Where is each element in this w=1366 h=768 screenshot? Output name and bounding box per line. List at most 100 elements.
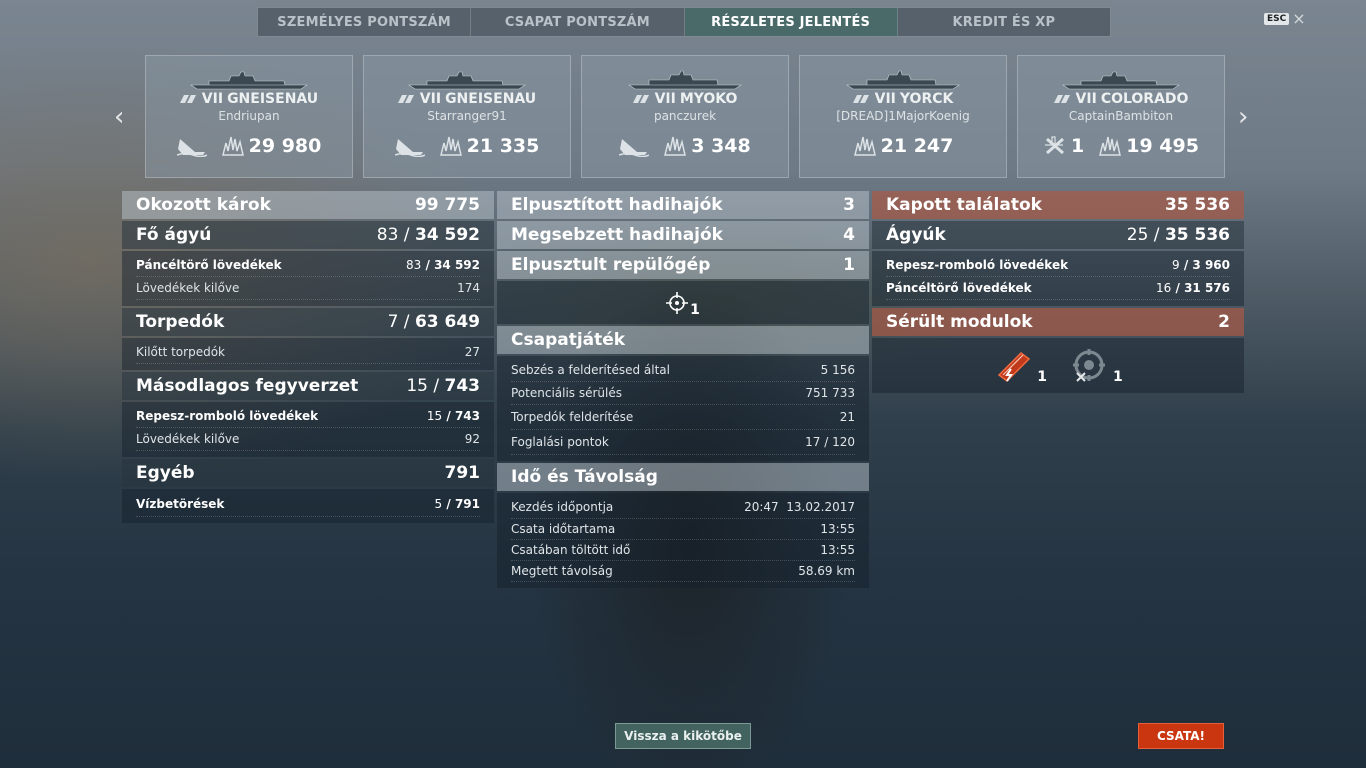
ship-card[interactable]: VII MYOKO panczurek 3 348	[581, 55, 789, 178]
list-item: Vízbetörések 5 / 791	[136, 492, 480, 517]
row-damage: 31 576	[1184, 281, 1230, 295]
battle-button[interactable]: CSATA!	[1138, 723, 1224, 749]
prev-arrow-icon[interactable]: ‹	[114, 104, 124, 130]
esc-key-label: ESC	[1264, 13, 1290, 25]
planes-value: 1	[843, 255, 855, 275]
flag-icon	[1053, 95, 1070, 103]
plane-shot-down-icon	[1043, 135, 1067, 157]
guns-hits: 25	[1126, 225, 1149, 245]
row-value: 5 156	[820, 363, 855, 377]
other-label: Egyéb	[136, 463, 195, 483]
torpedo-label: Torpedók	[136, 312, 225, 332]
row-label: Potenciális sérülés	[511, 386, 623, 400]
tab-personal-score[interactable]: SZEMÉLYES PONTSZÁM	[258, 8, 472, 36]
ship-tier: VII	[654, 91, 676, 107]
card-stats: 21 247	[853, 135, 954, 157]
damage-column: Okozott károk 99 775 Fő ágyú 83 / 34 592…	[122, 191, 494, 525]
damage-header: Okozott károk 99 775	[122, 191, 494, 219]
row-value: 17 / 120	[805, 435, 855, 449]
secondary-damage: 743	[444, 376, 481, 396]
row-label: Foglalási pontok	[511, 435, 609, 449]
ship-tier: VII	[874, 91, 896, 107]
flag-icon	[397, 95, 414, 103]
list-item: Kilőtt torpedók 27	[136, 341, 480, 364]
card-stats: 29 980	[176, 135, 321, 157]
player-name: Endriupan	[218, 109, 280, 123]
ship-card[interactable]: VII GNEISENAU Endriupan 29 980	[145, 55, 353, 178]
main-damage: 34 592	[414, 225, 480, 245]
damage-total: 99 775	[414, 195, 480, 215]
torpedo-hits: 7	[387, 312, 399, 332]
row-damage: 791	[454, 497, 480, 511]
time-header: Idő és Távolság	[497, 463, 869, 491]
row-label: Csatában töltött idő	[511, 543, 631, 557]
list-item: Foglalási pontok 17 / 120	[511, 430, 855, 455]
card-stats: 3 348	[619, 135, 751, 157]
row-value: 174	[457, 281, 480, 295]
row-damage: 34 592	[434, 258, 480, 272]
ship-name: VII GNEISENAU	[397, 91, 536, 107]
list-item: Sebzés a felderítésed által 5 156	[511, 359, 855, 382]
tab-credits-xp[interactable]: KREDIT ÉS XP	[898, 8, 1110, 36]
list-item: Torpedók felderítése 21	[511, 405, 855, 430]
flag-icon	[852, 95, 869, 103]
card-stats: 1 19 495	[1043, 135, 1199, 157]
cruiser-silhouette-icon	[628, 70, 742, 90]
planes-value: 1	[1071, 135, 1085, 157]
destroyed-label: Elpusztított hadihajók	[511, 195, 723, 215]
ship-tier: VII	[1075, 91, 1097, 107]
return-to-port-button[interactable]: Vissza a kikötőbe	[615, 723, 751, 749]
row-label: Repesz-romboló lövedékek	[886, 258, 1069, 272]
row-label: Kilőtt torpedók	[136, 345, 225, 359]
player-name: [DREAD]1MajorKoenig	[836, 109, 970, 123]
crosshair-icon	[666, 291, 689, 314]
module-count: 1	[1113, 368, 1123, 385]
list-item: Lövedékek kilőve 174	[136, 277, 480, 300]
row-damage: 743	[454, 409, 480, 423]
destroyed-header: Elpusztított hadihajók 3	[497, 191, 869, 219]
ship-card[interactable]: VII GNEISENAU Starranger91 21 335	[363, 55, 571, 178]
close-button[interactable]: ESC ×	[1264, 11, 1306, 27]
row-label: Páncéltörő lövedékek	[886, 281, 1032, 295]
ship-name: VII YORCK	[852, 91, 954, 107]
row-value: 751 733	[805, 386, 855, 400]
modules-details: 1 1	[872, 338, 1244, 393]
ship-card[interactable]: VII COLORADO CaptainBambiton 1 19 495	[1017, 55, 1225, 178]
guns-damage: 35 536	[1164, 225, 1230, 245]
row-damage: 3 960	[1192, 258, 1230, 272]
ship-card[interactable]: VII YORCK [DREAD]1MajorKoenig 21 247	[799, 55, 1007, 178]
received-column: Kapott találatok 35 536 Ágyúk 25 / 35 53…	[872, 191, 1244, 393]
ship-class: YORCK	[899, 91, 954, 107]
row-value: 27	[464, 345, 480, 359]
list-item: Repesz-romboló lövedékek 9 / 3 960	[886, 254, 1230, 277]
module-count: 1	[1037, 368, 1047, 385]
planes-label: Elpusztult repülőgép	[511, 255, 711, 275]
player-name: panczurek	[653, 109, 717, 123]
tab-team-score[interactable]: CSAPAT PONTSZÁM	[471, 8, 685, 36]
next-arrow-icon[interactable]: ›	[1238, 104, 1248, 130]
ship-class: COLORADO	[1100, 91, 1189, 107]
battleship-silhouette-icon	[190, 71, 308, 90]
card-stats: 21 335	[394, 135, 539, 157]
list-item: Potenciális sérülés 751 733	[511, 382, 855, 405]
row-label: Megtett távolság	[511, 564, 613, 578]
damage-value: 21 247	[880, 135, 954, 157]
row-value: 58.69 km	[798, 564, 855, 578]
damaged-value: 4	[843, 225, 855, 245]
list-item: Kezdés időpontja 20:47 13.02.2017	[511, 496, 855, 519]
damage-splash-icon	[853, 135, 877, 157]
list-item: Csatában töltött idő 13:55	[511, 540, 855, 561]
main-battery-details: Páncéltörő lövedékek 83 / 34 592 Lövedék…	[122, 251, 494, 306]
damage-label: Okozott károk	[136, 195, 271, 215]
player-name: CaptainBambiton	[1068, 109, 1174, 123]
damage-value: 19 495	[1126, 135, 1199, 157]
tab-detailed-report[interactable]: RÉSZLETES JELENTÉS	[684, 8, 898, 36]
ship-sunk-icon	[619, 135, 650, 157]
planes-header: Elpusztult repülőgép 1	[497, 251, 869, 279]
row-value: 92	[464, 432, 480, 446]
row-hits: 5	[434, 497, 443, 511]
received-header: Kapott találatok 35 536	[872, 191, 1244, 219]
module-item: 1	[1069, 347, 1123, 385]
row-label: Csata időtartama	[511, 522, 616, 536]
flag-icon	[632, 95, 649, 103]
